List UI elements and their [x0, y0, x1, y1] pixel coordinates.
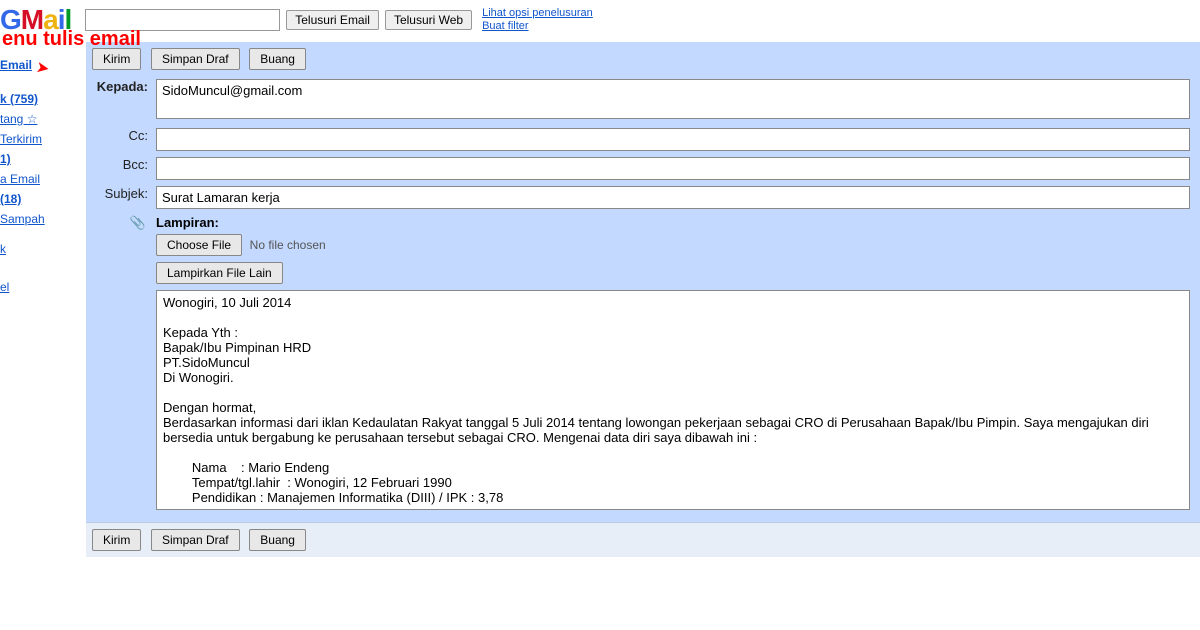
send-button-bottom[interactable]: Kirim	[92, 529, 141, 551]
bottom-button-row: Kirim Simpan Draf Buang	[86, 522, 1200, 557]
no-file-text: No file chosen	[250, 238, 326, 252]
attach-label: Lampiran:	[156, 215, 219, 230]
sidebar: Email k (759) tang ☆ Terkirim 1) a Email…	[0, 42, 86, 557]
bcc-label: Bcc:	[92, 154, 152, 183]
sidebar-item[interactable]: a Email	[0, 172, 82, 186]
to-field[interactable]: SidoMuncul@gmail.com	[156, 79, 1190, 119]
discard-button-bottom[interactable]: Buang	[249, 529, 306, 551]
save-draft-button-bottom[interactable]: Simpan Draf	[151, 529, 240, 551]
subject-field[interactable]	[156, 186, 1190, 209]
sidebar-item[interactable]: 1)	[0, 152, 82, 166]
attach-another-button[interactable]: Lampirkan File Lain	[156, 262, 283, 284]
save-draft-button[interactable]: Simpan Draf	[151, 48, 240, 70]
cc-label: Cc:	[92, 125, 152, 154]
paperclip-icon: 📎	[130, 215, 146, 231]
annotation-overlay: enu tulis email	[2, 28, 141, 51]
sidebar-item[interactable]: k	[0, 242, 82, 256]
sidebar-item[interactable]: (18)	[0, 192, 82, 206]
compose-panel: Kirim Simpan Draf Buang Kepada: SidoMunc…	[86, 42, 1200, 557]
sidebar-item[interactable]: el	[0, 280, 82, 294]
search-mail-button[interactable]: Telusuri Email	[286, 10, 379, 30]
header-bar: GMail Telusuri Email Telusuri Web Lihat …	[0, 0, 1200, 42]
sidebar-item[interactable]: k (759)	[0, 92, 82, 106]
choose-file-button[interactable]: Choose File	[156, 234, 242, 256]
to-label: Kepada:	[92, 76, 152, 125]
send-button[interactable]: Kirim	[92, 48, 141, 70]
search-web-button[interactable]: Telusuri Web	[385, 10, 472, 30]
create-filter-link[interactable]: Buat filter	[482, 20, 593, 33]
discard-button[interactable]: Buang	[249, 48, 306, 70]
sidebar-item[interactable]: Terkirim	[0, 132, 82, 146]
subject-label: Subjek:	[92, 183, 152, 212]
cc-field[interactable]	[156, 128, 1190, 151]
sidebar-item[interactable]: Sampah	[0, 212, 82, 226]
sidebar-item[interactable]: tang ☆	[0, 112, 82, 126]
header-links: Lihat opsi penelusuran Buat filter	[482, 7, 593, 33]
bcc-field[interactable]	[156, 157, 1190, 180]
top-button-row: Kirim Simpan Draf Buang	[92, 48, 1194, 70]
search-options-link[interactable]: Lihat opsi penelusuran	[482, 7, 593, 20]
message-body[interactable]: Wonogiri, 10 Juli 2014 Kepada Yth : Bapa…	[156, 290, 1190, 510]
